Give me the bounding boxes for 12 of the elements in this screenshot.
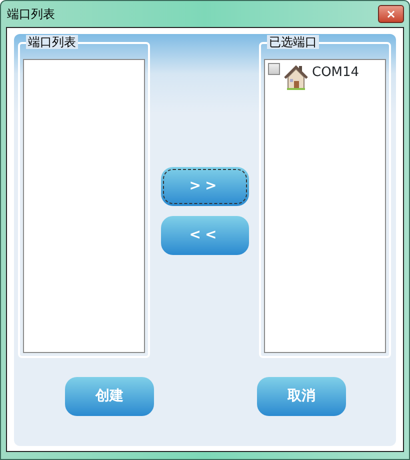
group-title: 已选端口: [267, 35, 319, 49]
create-button[interactable]: 创建: [65, 377, 154, 416]
cancel-button[interactable]: 取消: [257, 377, 346, 416]
window-title: 端口列表: [7, 6, 55, 23]
remove-button[interactable]: <<: [161, 216, 249, 255]
close-button[interactable]: ×: [378, 5, 404, 23]
port-list[interactable]: COM14: [264, 59, 386, 353]
add-button[interactable]: >>: [161, 167, 249, 206]
house-icon: [284, 65, 308, 91]
group-title: 端口列表: [26, 35, 78, 49]
port-label: COM14: [312, 64, 360, 82]
checkbox[interactable]: [268, 63, 280, 75]
